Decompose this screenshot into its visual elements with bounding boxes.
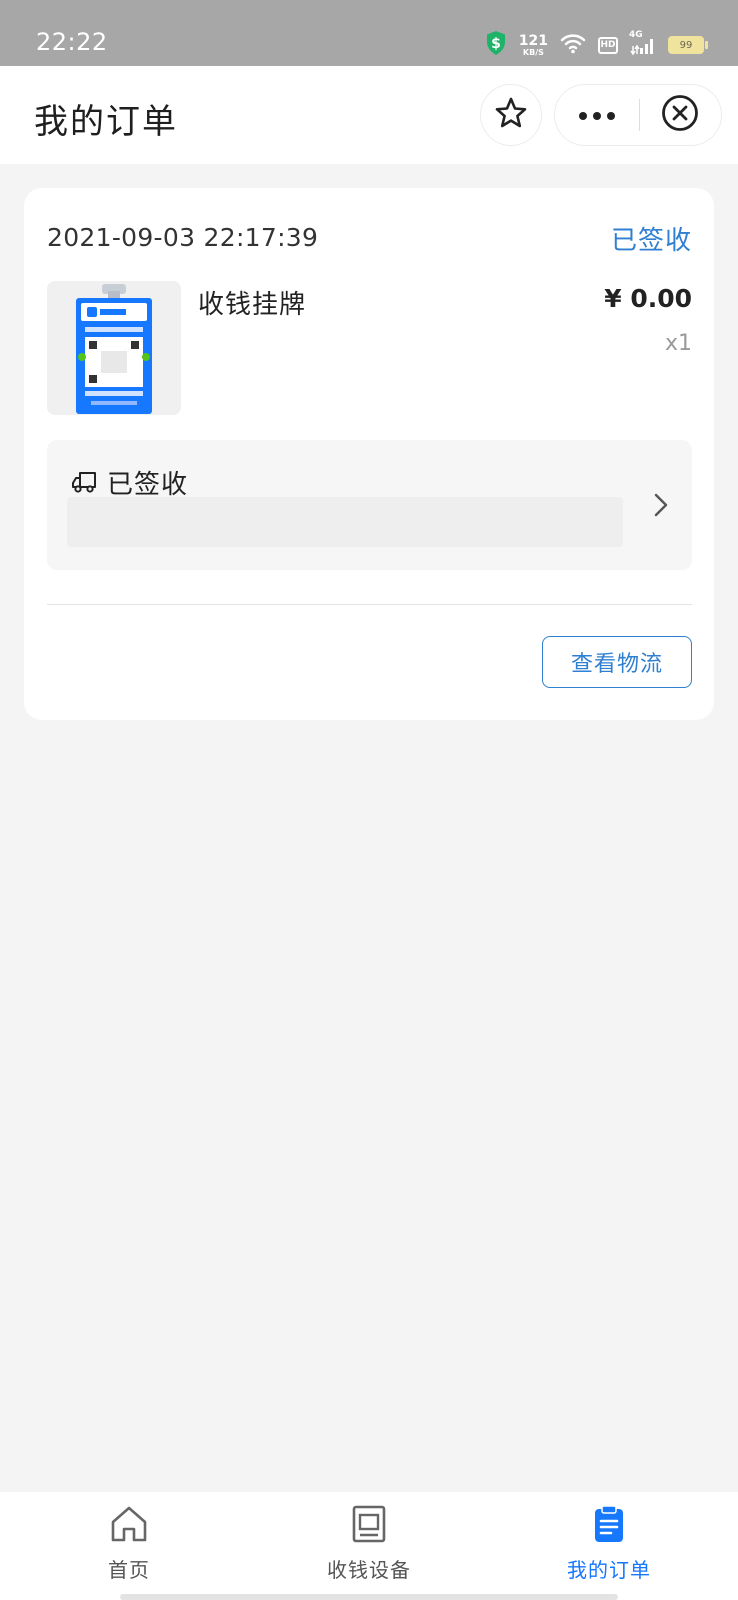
app-header: 我的订单 — [0, 66, 738, 164]
close-button[interactable] — [640, 85, 722, 145]
page-title: 我的订单 — [34, 102, 178, 142]
network-speed: 121 KB/S — [519, 34, 548, 57]
view-logistics-button[interactable]: 查看物流 — [542, 636, 692, 688]
more-dots-icon — [577, 106, 617, 125]
status-icons: $ 121 KB/S HD 4G 99 — [485, 30, 708, 60]
hd-icon: HD — [598, 36, 618, 54]
logistics-detail-placeholder — [67, 497, 623, 547]
home-icon — [109, 1504, 149, 1544]
favorite-button[interactable] — [480, 84, 542, 146]
truck-icon — [71, 468, 99, 496]
tab-home[interactable]: 首页 — [29, 1492, 229, 1600]
tab-bar: 首页 收钱设备 我的订单 — [0, 1492, 738, 1600]
network-speed-unit: KB/S — [522, 47, 544, 57]
network-speed-value: 121 — [518, 32, 548, 49]
status-time: 22:22 — [36, 28, 108, 56]
tab-label: 收钱设备 — [327, 1558, 411, 1582]
logistics-status: 已签收 — [107, 470, 189, 500]
shield-dollar-icon: $ — [485, 30, 507, 60]
product-image[interactable] — [47, 281, 181, 415]
order-time: 2021-09-03 22:17:39 — [47, 223, 319, 252]
home-indicator — [120, 1594, 618, 1600]
close-circle-icon — [661, 94, 699, 136]
status-bar: 22:22 $ 121 KB/S HD 4G 99 — [0, 0, 738, 66]
network-type: 4G — [629, 30, 643, 40]
clipboard-icon — [589, 1504, 629, 1544]
battery-icon: 99 — [668, 36, 708, 54]
svg-text:$: $ — [491, 36, 501, 52]
order-status: 已签收 — [610, 226, 692, 256]
product-quantity: x1 — [664, 331, 692, 356]
mini-program-capsule — [554, 84, 722, 146]
tab-label: 首页 — [108, 1558, 150, 1582]
product-price: ¥ 0.00 — [604, 284, 692, 313]
device-icon — [349, 1504, 389, 1544]
wifi-icon — [560, 32, 586, 58]
product-name: 收钱挂牌 — [198, 290, 307, 320]
tab-devices[interactable]: 收钱设备 — [269, 1492, 469, 1600]
tab-my-orders[interactable]: 我的订单 — [509, 1492, 709, 1600]
star-icon — [494, 96, 528, 134]
order-card[interactable]: 2021-09-03 22:17:39 已签收 收钱挂牌 ¥ 0.00 x1 已… — [24, 188, 714, 720]
more-button[interactable] — [555, 85, 639, 145]
card-divider — [47, 604, 692, 605]
signal-icon: 4G — [629, 30, 656, 56]
logistics-summary[interactable]: 已签收 — [47, 440, 692, 570]
tab-label: 我的订单 — [567, 1558, 651, 1582]
chevron-right-icon — [652, 492, 670, 518]
